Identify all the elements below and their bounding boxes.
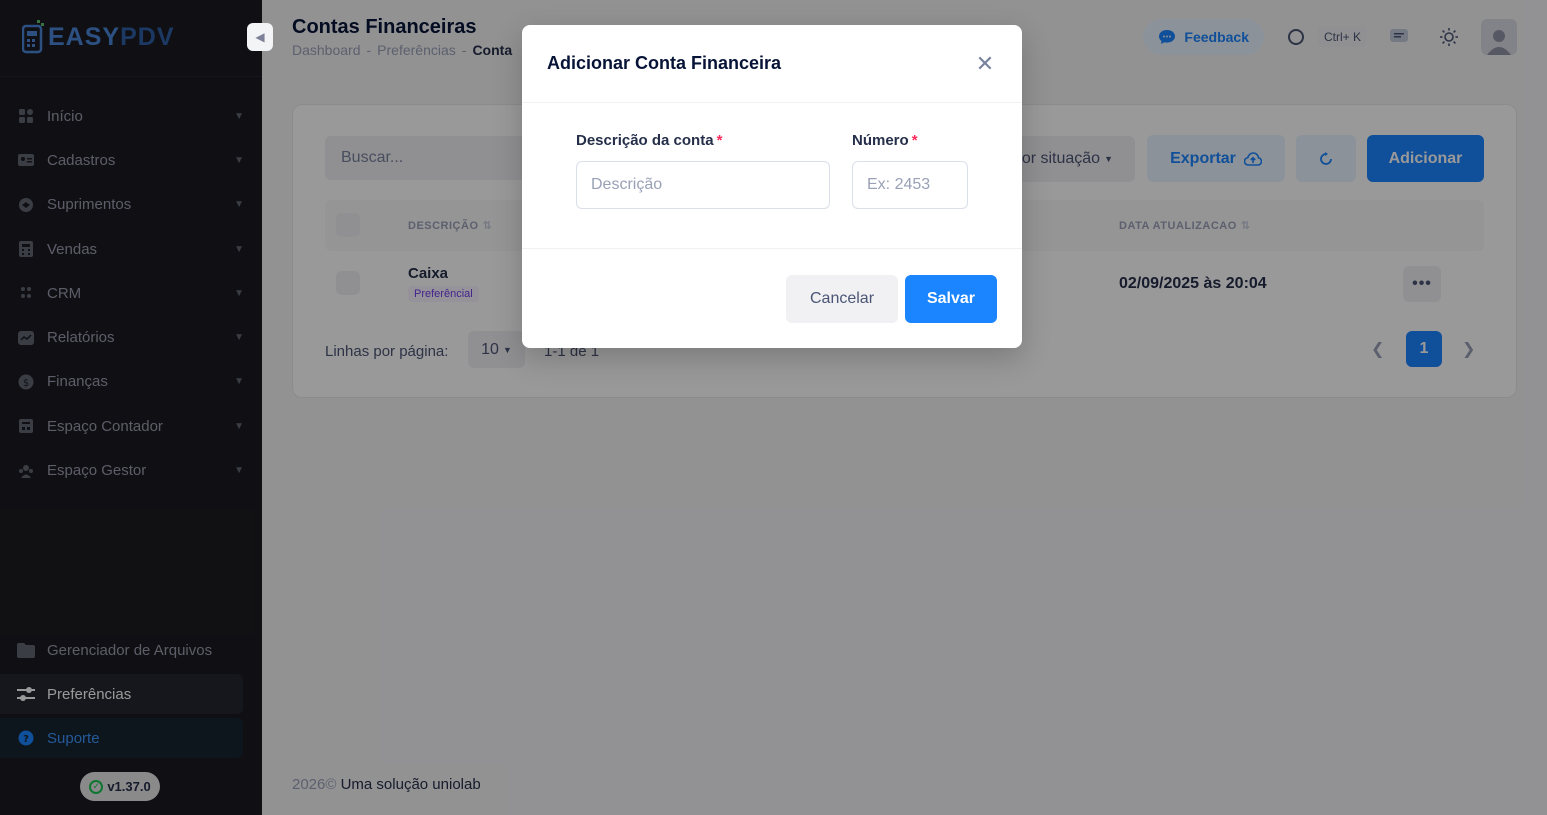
cancel-button[interactable]: Cancelar	[786, 275, 898, 323]
description-input[interactable]	[576, 161, 830, 209]
sidebar-collapse-button[interactable]: ◀	[247, 23, 273, 51]
modal-header: Adicionar Conta Financeira ✕	[522, 25, 1022, 103]
chevron-left-icon: ◀	[255, 30, 265, 44]
modal-footer: Cancelar Salvar	[522, 249, 1022, 347]
number-input[interactable]	[852, 161, 968, 209]
required-mark: *	[911, 132, 918, 149]
modal-title: Adicionar Conta Financeira	[547, 53, 782, 73]
save-button[interactable]: Salvar	[905, 275, 997, 323]
required-mark: *	[716, 132, 723, 149]
description-label: Descrição da conta *	[576, 132, 723, 149]
close-icon[interactable]: ✕	[973, 52, 997, 75]
number-label: Número *	[852, 132, 918, 149]
add-account-modal: Adicionar Conta Financeira ✕ Descrição d…	[522, 25, 1022, 348]
modal-body: Descrição da conta* Número*	[522, 103, 1022, 249]
